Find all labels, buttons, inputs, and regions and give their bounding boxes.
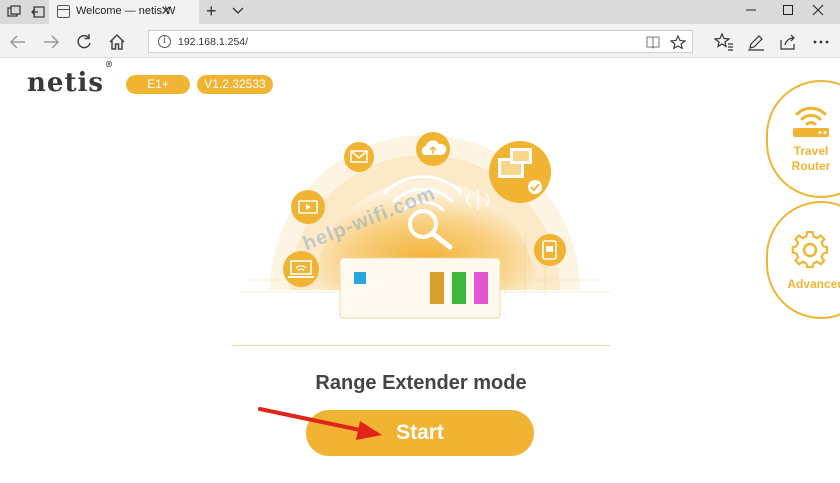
browser-tab[interactable]: Welcome — netis Wirel [49, 0, 199, 24]
refresh-icon[interactable] [73, 31, 95, 53]
router-icon [793, 106, 829, 137]
gear-icon [791, 231, 829, 269]
travel-router-label-line2: Router [791, 159, 831, 173]
more-icon[interactable] [810, 31, 832, 53]
mail-icon [344, 142, 374, 172]
travel-router-label-line1: Travel [793, 144, 829, 158]
address-text: 192.168.1.254/ [178, 36, 249, 48]
start-button[interactable]: Start [306, 410, 534, 456]
close-icon[interactable]: ✕ [158, 3, 174, 19]
browser-nav-bar: i 192.168.1.254/ [0, 24, 840, 58]
extender-device-icon [339, 257, 501, 319]
forward-icon[interactable] [40, 31, 62, 53]
logo-text: netis [27, 68, 104, 98]
reading-view-icon[interactable] [645, 35, 661, 49]
cloud-icon [416, 132, 450, 166]
close-window-icon[interactable] [795, 0, 840, 24]
page-icon [57, 5, 70, 18]
favorites-icon[interactable] [713, 31, 735, 53]
advanced-button[interactable]: Advanced [766, 201, 840, 319]
advanced-label: Advanced [787, 277, 840, 291]
model-badge: E1+ [126, 75, 190, 94]
laptop-wifi-icon [283, 251, 319, 287]
netis-logo: netis® [27, 59, 114, 98]
tab-actions-icon[interactable] [6, 4, 22, 20]
info-icon[interactable]: i [158, 35, 171, 48]
travel-router-button[interactable]: Travel Router [766, 80, 840, 198]
plus-icon[interactable]: + [206, 1, 217, 22]
pen-icon[interactable] [745, 31, 767, 53]
address-bar[interactable]: i 192.168.1.254/ [148, 30, 693, 53]
chevron-down-icon[interactable] [231, 3, 245, 22]
divider [232, 345, 610, 346]
phone-icon [534, 234, 566, 266]
share-icon[interactable] [777, 31, 799, 53]
favorite-star-icon[interactable] [669, 34, 687, 50]
home-icon[interactable] [106, 31, 128, 53]
mode-title: Range Extender mode [315, 372, 527, 394]
back-icon[interactable] [7, 31, 29, 53]
hero-illustration [240, 132, 610, 319]
logo-registered-mark: ® [104, 59, 114, 70]
video-icon [291, 190, 325, 224]
browser-title-bar: Welcome — netis Wirel ✕ + [0, 0, 840, 24]
version-badge: V1.2.32533 [197, 75, 273, 94]
devices-icon [489, 141, 551, 203]
back-tabs-icon[interactable] [30, 4, 46, 20]
